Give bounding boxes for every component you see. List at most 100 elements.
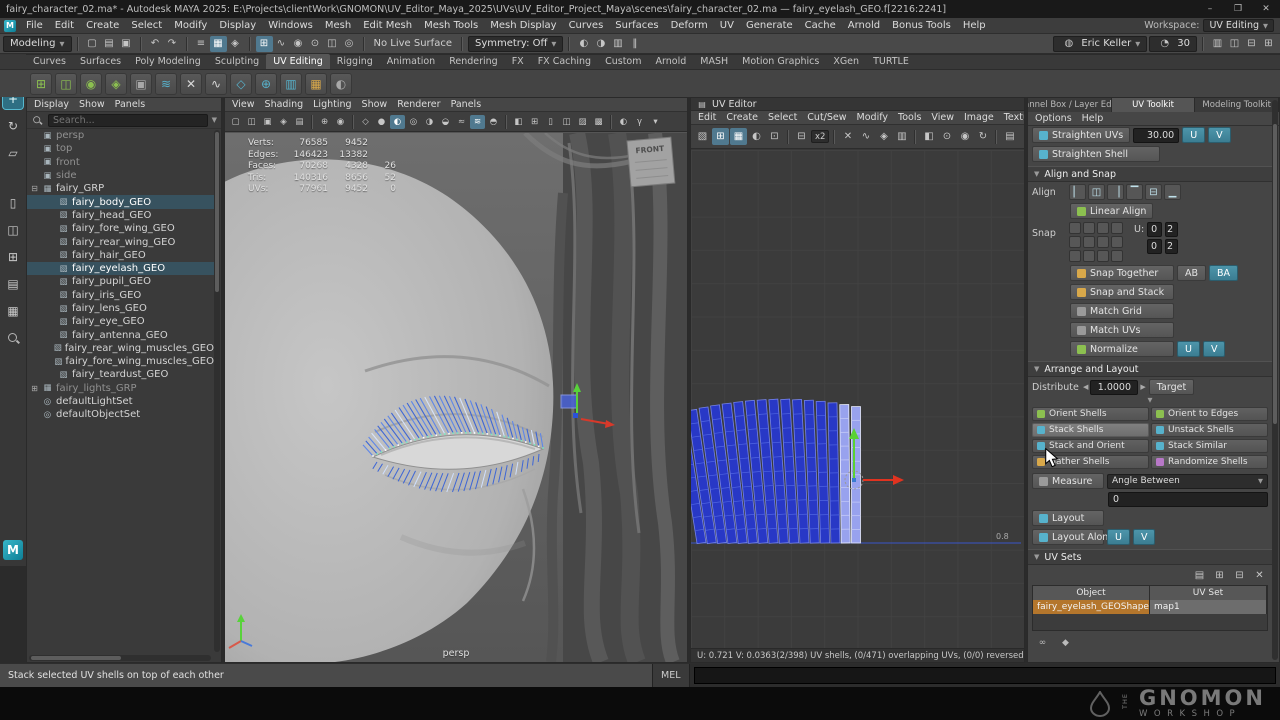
film-gate-icon[interactable]: ◫ [559,115,574,129]
sew-tool-icon[interactable]: ∿ [857,128,874,145]
shelf-tab-curves[interactable]: Curves [26,54,73,69]
shaded-icon[interactable]: ● [374,115,389,129]
toolkit-menu-help[interactable]: Help [1077,112,1109,126]
arrange-and-layout-section-header[interactable]: ▼ Arrange and Layout [1028,361,1272,377]
menubar-item-arnold[interactable]: Arnold [842,18,886,34]
uv-set-key-icon[interactable]: ◆ [1057,635,1074,651]
match-uvs-button[interactable]: Match UVs [1070,322,1174,338]
menubar-item-display[interactable]: Display [213,18,262,34]
sew-uv-icon[interactable]: ∿ [205,73,227,95]
refresh-uv-icon[interactable]: ↻ [974,128,991,145]
outliner-item-fairy-eyelash-geo[interactable]: ▧fairy_eyelash_GEO [27,262,214,275]
tab-modeling-toolkit[interactable]: Modeling Toolkit [1195,98,1279,112]
channel-box-toggle-icon[interactable]: ⊟ [1243,36,1260,52]
outliner-item-persp[interactable]: ▣persp [27,129,214,142]
snap-position-cell-3[interactable] [1097,222,1109,234]
outliner-menu-display[interactable]: Display [29,98,74,112]
frame-selected-icon[interactable]: ◉ [956,128,973,145]
shelf-tab-fx-caching[interactable]: FX Caching [531,54,598,69]
uv-menu-select[interactable]: Select [763,111,802,125]
outliner-menu-panels[interactable]: Panels [110,98,151,112]
viewport-3d-canvas[interactable]: FRONT [225,133,687,662]
uv-shell-selected[interactable] [852,407,861,543]
viewport-menu-panels[interactable]: Panels [446,98,487,112]
outliner-item-side[interactable]: ▣side [27,169,214,182]
shelf-tab-rigging[interactable]: Rigging [330,54,380,69]
render-settings-icon[interactable]: ▥ [609,36,626,52]
uv-sets-section-header[interactable]: ▼ UV Sets [1028,549,1272,565]
live-surface-label[interactable]: No Live Surface [370,38,456,49]
outliner-item-fairy-pupil-geo[interactable]: ▧fairy_pupil_GEO [27,275,214,288]
outliner-horizontal-scrollbar[interactable] [29,655,211,661]
tree-expander-icon[interactable]: ⊞ [30,384,39,393]
menubar-item-create[interactable]: Create [80,18,125,34]
uv-menu-edit[interactable]: Edit [693,111,721,125]
shelf-tab-fx[interactable]: FX [505,54,531,69]
image-plane-icon[interactable]: ▤ [292,115,307,129]
match-grid-button[interactable]: Match Grid [1070,303,1174,319]
oversampling-icon[interactable]: ◉ [333,115,348,129]
snap-position-cell-4[interactable] [1111,222,1123,234]
camera-map-icon[interactable]: ▣ [130,73,152,95]
layout-persp-uv-icon[interactable]: ▦ [3,301,23,321]
depth-of-field-icon[interactable]: ◓ [486,115,501,129]
snap-grid-icon[interactable]: ⊞ [256,36,273,52]
align-v-min-icon[interactable]: ▁ [1164,184,1181,200]
outliner-item-fairy-eye-geo[interactable]: ▧fairy_eye_GEO [27,315,214,328]
manipulator-center[interactable] [852,478,856,482]
outliner-item-fairy-lens-geo[interactable]: ▧fairy_lens_GEO [27,302,214,315]
randomize-shells-button[interactable]: Randomize Shells [1151,455,1268,469]
uv-set-name-cell[interactable]: map1 [1150,600,1267,614]
outliner-item-top[interactable]: ▣top [27,142,214,155]
snap-view-plane-icon[interactable]: ◫ [324,36,341,52]
viewport-panel[interactable]: ViewShadingLightingShowRendererPanels ▢◫… [224,97,688,663]
toolkit-menu-options[interactable]: Options [1030,112,1077,126]
snap-u-field[interactable]: 0 [1147,222,1162,237]
unfold-uv-icon[interactable]: ◇ [230,73,252,95]
tool-settings-toggle-icon[interactable]: ◫ [1226,36,1243,52]
outliner-item-fairy-body-geo[interactable]: ▧fairy_body_GEO [27,195,214,208]
workspace-panels-toggle-icon[interactable]: ⊞ [1260,36,1277,52]
snap-position-cell-2[interactable] [1083,222,1095,234]
checker-map-icon[interactable]: ⊞ [712,128,729,145]
select-object-icon[interactable]: ▦ [210,36,227,52]
xray-icon[interactable]: ▨ [575,115,590,129]
outliner-item-defaultobjectset[interactable]: ◎defaultObjectSet [27,408,214,421]
mel-language-toggle[interactable]: MEL [653,664,690,687]
snap-position-cell-10[interactable] [1083,250,1095,262]
multisample-aa-icon[interactable]: ≋ [470,115,485,129]
snap-position-cell-8[interactable] [1111,236,1123,248]
frame-all-icon[interactable]: ⊙ [938,128,955,145]
snap-position-cell-5[interactable] [1069,236,1081,248]
motion-blur-icon[interactable]: ≈ [454,115,469,129]
snap-v-step-field[interactable]: 2 [1165,239,1178,254]
2d-pan-zoom-icon[interactable]: ⊕ [317,115,332,129]
optimize-uv-icon[interactable]: ⊕ [255,73,277,95]
outliner-item-fairy-hair-geo[interactable]: ▧fairy_hair_GEO [27,249,214,262]
uv-menu-image[interactable]: Image [959,111,999,125]
normalize-v-button[interactable]: V [1203,341,1226,357]
menubar-item-edit-mesh[interactable]: Edit Mesh [357,18,418,34]
layout-along-u-button[interactable]: U [1107,529,1130,545]
layout-button[interactable]: Layout [1032,510,1104,526]
uv-borders-icon[interactable]: ⊡ [766,128,783,145]
normalize-u-button[interactable]: U [1177,341,1200,357]
wireframe-icon[interactable]: ◇ [358,115,373,129]
menubar-item-uv[interactable]: UV [714,18,740,34]
pause-viewport-icon[interactable]: ‖ [626,36,643,52]
search-filter-chevron-icon[interactable]: ▼ [212,116,217,124]
align-u-max-icon[interactable]: ▕ [1107,184,1124,200]
select-component-icon[interactable]: ◈ [227,36,244,52]
spherical-map-icon[interactable]: ◉ [80,73,102,95]
shelf-tab-uv-editing[interactable]: UV Editing [266,54,330,69]
isolate-uv-icon[interactable]: ◧ [920,128,937,145]
align-and-snap-section-header[interactable]: ▼ Align and Snap [1028,166,1272,182]
layout-two-pane-icon[interactable]: ◫ [3,220,23,240]
snap-position-cell-6[interactable] [1083,236,1095,248]
panel-menu-icon[interactable]: ▤ [696,99,708,110]
undo-icon[interactable]: ↶ [147,36,164,52]
save-scene-icon[interactable]: ▣ [118,36,135,52]
align-v-mid-icon[interactable]: ⊟ [1145,184,1162,200]
toolkit-vertical-scrollbar[interactable] [1272,100,1278,660]
shelf-tab-turtle[interactable]: TURTLE [866,54,916,69]
